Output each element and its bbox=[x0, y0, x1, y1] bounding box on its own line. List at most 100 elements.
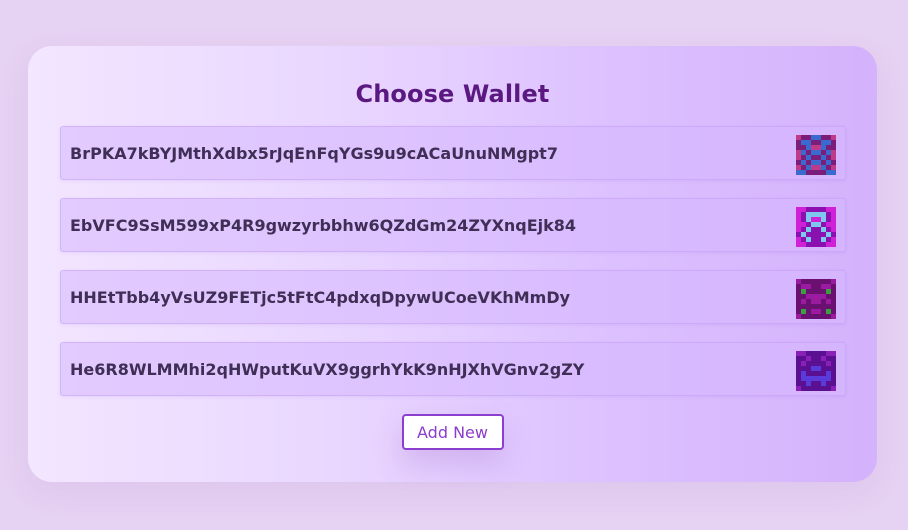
avatar-pixel bbox=[806, 165, 811, 170]
avatar-pixel bbox=[806, 299, 811, 304]
avatar-pixel bbox=[831, 309, 836, 314]
avatar-pixel bbox=[831, 376, 836, 381]
avatar-pixel bbox=[831, 170, 836, 175]
avatar-pixel bbox=[831, 386, 836, 391]
avatar-pixel bbox=[816, 284, 821, 289]
avatar-pixel bbox=[806, 207, 811, 212]
avatar-pixel bbox=[816, 135, 821, 140]
avatar-pixel bbox=[801, 386, 806, 391]
avatar-pixel bbox=[826, 376, 831, 381]
avatar-pixel bbox=[826, 212, 831, 217]
avatar-pixel bbox=[816, 145, 821, 150]
avatar-pixel bbox=[831, 304, 836, 309]
avatar-pixel bbox=[811, 289, 816, 294]
avatar-pixel bbox=[816, 371, 821, 376]
avatar-pixel bbox=[811, 155, 816, 160]
avatar-pixel bbox=[831, 135, 836, 140]
avatar-pixel bbox=[816, 232, 821, 237]
avatar-pixel bbox=[826, 217, 831, 222]
avatar-pixel bbox=[821, 155, 826, 160]
avatar-pixel bbox=[801, 165, 806, 170]
avatar-pixel bbox=[816, 150, 821, 155]
avatar-pixel bbox=[806, 150, 811, 155]
avatar-pixel bbox=[796, 381, 801, 386]
avatar-pixel bbox=[796, 309, 801, 314]
avatar-pixel bbox=[826, 366, 831, 371]
avatar-pixel bbox=[796, 314, 801, 319]
avatar-pixel bbox=[821, 381, 826, 386]
avatar-pixel bbox=[821, 170, 826, 175]
avatar-pixel bbox=[806, 237, 811, 242]
wallet-address: HHEtTbb4yVsUZ9FETjc5tFtC4pdxqDpywUCoeVKh… bbox=[70, 288, 571, 307]
avatar-pixel bbox=[826, 309, 831, 314]
avatar-pixel bbox=[821, 237, 826, 242]
add-new-button[interactable]: Add New bbox=[401, 414, 504, 450]
avatar-pixel bbox=[796, 289, 801, 294]
avatar-pixel bbox=[801, 279, 806, 284]
avatar-pixel bbox=[796, 366, 801, 371]
avatar-pixel bbox=[796, 232, 801, 237]
pixel-avatar-icon bbox=[796, 351, 836, 391]
avatar-pixel bbox=[821, 222, 826, 227]
avatar-pixel bbox=[811, 279, 816, 284]
avatar-pixel bbox=[816, 376, 821, 381]
wallet-row[interactable]: EbVFC9SsM599xP4R9gwzyrbbhw6QZdGm24ZYXnqE… bbox=[60, 198, 846, 252]
avatar-pixel bbox=[816, 212, 821, 217]
avatar-pixel bbox=[811, 222, 816, 227]
avatar-pixel bbox=[801, 170, 806, 175]
avatar-pixel bbox=[821, 242, 826, 247]
avatar-pixel bbox=[801, 376, 806, 381]
avatar-pixel bbox=[811, 160, 816, 165]
avatar-pixel bbox=[821, 299, 826, 304]
wallet-row[interactable]: BrPKA7kBYJMthXdbx5rJqEnFqYGs9u9cACaUnuNM… bbox=[60, 126, 846, 180]
avatar-pixel bbox=[806, 314, 811, 319]
avatar-pixel bbox=[811, 284, 816, 289]
avatar-pixel bbox=[816, 309, 821, 314]
avatar-pixel bbox=[811, 356, 816, 361]
avatar-pixel bbox=[821, 304, 826, 309]
avatar-pixel bbox=[811, 212, 816, 217]
wallet-row[interactable]: He6R8WLMMhi2qHWputKuVX9ggrhYkK9nHJXhVGnv… bbox=[60, 342, 846, 396]
avatar-pixel bbox=[821, 145, 826, 150]
avatar-pixel bbox=[831, 237, 836, 242]
avatar-pixel bbox=[811, 237, 816, 242]
avatar-pixel bbox=[796, 294, 801, 299]
avatar-pixel bbox=[806, 170, 811, 175]
avatar-pixel bbox=[796, 299, 801, 304]
avatar-pixel bbox=[826, 145, 831, 150]
avatar-pixel bbox=[821, 361, 826, 366]
wallet-list: BrPKA7kBYJMthXdbx5rJqEnFqYGs9u9cACaUnuNM… bbox=[60, 126, 846, 414]
avatar-pixel bbox=[811, 242, 816, 247]
wallet-row[interactable]: HHEtTbb4yVsUZ9FETjc5tFtC4pdxqDpywUCoeVKh… bbox=[60, 270, 846, 324]
avatar-pixel bbox=[796, 242, 801, 247]
avatar-pixel bbox=[821, 386, 826, 391]
avatar-pixel bbox=[806, 222, 811, 227]
avatar-pixel bbox=[796, 304, 801, 309]
avatar-pixel bbox=[801, 160, 806, 165]
avatar-pixel bbox=[801, 309, 806, 314]
avatar-pixel bbox=[796, 356, 801, 361]
avatar-pixel bbox=[821, 165, 826, 170]
avatar-pixel bbox=[816, 304, 821, 309]
avatar-pixel bbox=[796, 140, 801, 145]
avatar-pixel bbox=[821, 207, 826, 212]
avatar-pixel bbox=[811, 381, 816, 386]
avatar-pixel bbox=[806, 284, 811, 289]
avatar-pixel bbox=[816, 386, 821, 391]
avatar-pixel bbox=[796, 207, 801, 212]
avatar-pixel bbox=[816, 222, 821, 227]
avatar-pixel bbox=[811, 376, 816, 381]
avatar-pixel bbox=[831, 299, 836, 304]
avatar-pixel bbox=[826, 150, 831, 155]
avatar-pixel bbox=[821, 150, 826, 155]
avatar-pixel bbox=[826, 160, 831, 165]
avatar-pixel bbox=[801, 361, 806, 366]
wallet-card: Choose Wallet BrPKA7kBYJMthXdbx5rJqEnFqY… bbox=[28, 46, 877, 482]
avatar-pixel bbox=[801, 222, 806, 227]
avatar-pixel bbox=[806, 155, 811, 160]
avatar-pixel bbox=[811, 227, 816, 232]
avatar-pixel bbox=[826, 227, 831, 232]
page-title: Choose Wallet bbox=[355, 80, 550, 108]
avatar-pixel bbox=[826, 299, 831, 304]
avatar-pixel bbox=[796, 170, 801, 175]
